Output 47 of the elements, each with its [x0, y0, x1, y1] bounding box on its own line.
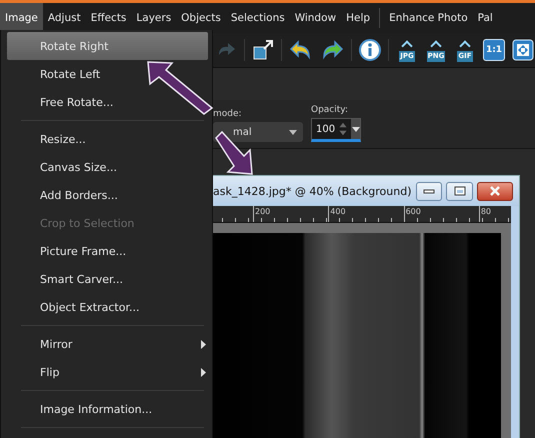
menu-item[interactable]: Flip	[7, 358, 212, 386]
opacity-spinbox[interactable]: 100	[311, 118, 361, 142]
menu-item[interactable]: Help	[341, 3, 376, 33]
submenu-arrow-icon	[201, 368, 206, 376]
menu-item[interactable]: Effects	[86, 3, 132, 33]
menu-item[interactable]: Rotate Left	[7, 60, 212, 88]
menu-item[interactable]: Image Information...	[7, 395, 212, 423]
menu-item[interactable]: Selections	[226, 3, 290, 33]
maximize-icon[interactable]	[454, 186, 466, 196]
caret-icon[interactable]	[352, 126, 360, 132]
menu-item[interactable]: Smart Carver...	[7, 265, 212, 293]
menu-item[interactable]: Adjust	[42, 3, 86, 33]
ruler-label: 600	[404, 206, 421, 222]
submenu-arrow-icon	[201, 340, 206, 348]
minimize-icon[interactable]	[422, 187, 435, 195]
resize-icon[interactable]	[252, 39, 274, 61]
minimize-button[interactable]	[416, 182, 442, 200]
menu-item[interactable]: Resize...	[7, 125, 212, 153]
menu-item[interactable]: Window	[290, 3, 342, 33]
ruler-label: 80	[478, 206, 492, 222]
actual-size-icon[interactable]: 1:1	[483, 39, 505, 61]
menu-item[interactable]: Enhance Photo	[384, 3, 473, 33]
menu-item[interactable]: Layers	[131, 3, 176, 33]
caret-icon[interactable]	[289, 130, 297, 134]
fit-window-icon[interactable]	[512, 39, 534, 61]
menu-item[interactable]: Rotate Right	[7, 32, 208, 60]
blend-mode-label: mode:	[213, 109, 243, 119]
blend-mode-dropdown[interactable]: mal	[213, 122, 303, 142]
menu-item[interactable]: Picture Frame...	[7, 237, 212, 265]
window-title: ask_1428.jpg* @ 40% (Background)	[213, 184, 412, 198]
menu-item[interactable]: Canvas Size...	[7, 153, 212, 181]
ruler-label: 200	[253, 206, 270, 222]
ruler-label: 400	[328, 206, 346, 222]
menu-item[interactable]: Pal	[472, 3, 498, 33]
menu-item[interactable]: Object Extractor...	[7, 293, 212, 321]
menu-item[interactable]: Objects	[176, 3, 226, 33]
menu-item[interactable]: Add Borders...	[7, 181, 212, 209]
maximize-button[interactable]	[446, 182, 473, 200]
menu-item[interactable]: Free Rotate...	[7, 88, 212, 116]
undo-icon[interactable]	[289, 39, 313, 61]
menu-item[interactable]: Mirror	[7, 330, 212, 358]
opacity-label: Opacity:	[311, 105, 349, 115]
menu-item[interactable]: Image	[0, 3, 43, 33]
close-button[interactable]	[476, 182, 513, 200]
annotation-arrow	[146, 60, 214, 116]
info-icon[interactable]	[359, 39, 381, 61]
close-icon[interactable]	[488, 186, 501, 196]
